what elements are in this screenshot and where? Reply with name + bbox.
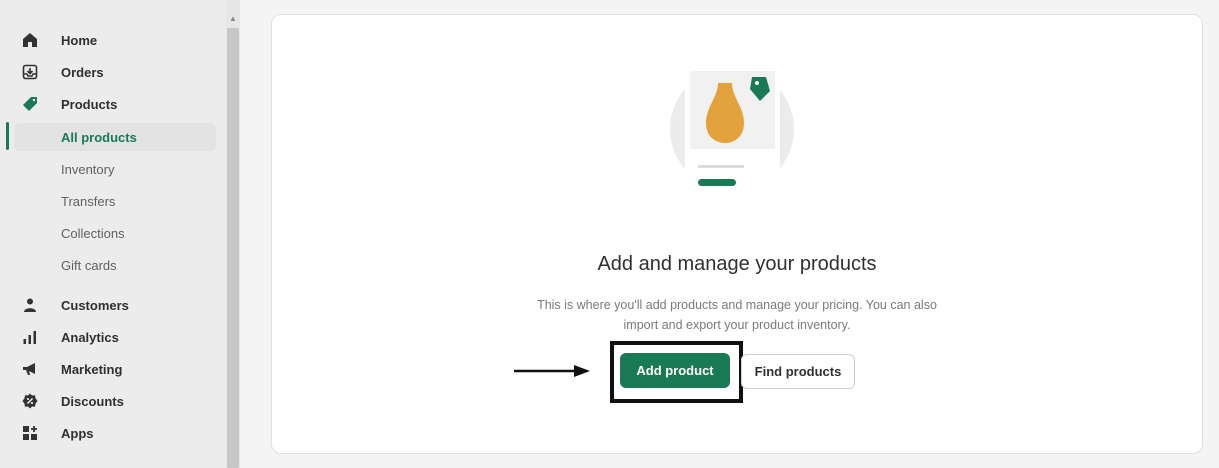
discount-icon <box>20 391 40 411</box>
sidebar-item-discounts[interactable]: Discounts <box>20 387 216 415</box>
sidebar-item-label: Apps <box>61 425 94 441</box>
sidebar-item-products[interactable]: Products <box>20 90 216 118</box>
sidebar-subitem-transfers[interactable]: Transfers <box>14 187 216 215</box>
sidebar-item-home[interactable]: Home <box>20 26 216 54</box>
sidebar-item-label: Products <box>61 96 118 112</box>
add-product-button[interactable]: Add product <box>620 353 730 388</box>
scroll-up-arrow-icon[interactable]: ▲ <box>228 14 238 24</box>
sidebar-subitem-label: Transfers <box>61 193 116 209</box>
sidebar-item-label: Marketing <box>61 361 123 377</box>
active-indicator <box>6 122 9 150</box>
sidebar-subitem-all-products[interactable]: All products <box>14 123 216 151</box>
tag-icon <box>20 94 40 114</box>
home-icon <box>20 30 40 50</box>
sidebar: Home Orders Products All products Invent… <box>0 0 226 468</box>
scrollbar-thumb[interactable] <box>227 28 239 468</box>
person-icon <box>20 295 40 315</box>
sidebar-item-apps[interactable]: Apps <box>20 419 216 447</box>
sidebar-subitem-collections[interactable]: Collections <box>14 219 216 247</box>
sidebar-item-label: Analytics <box>61 329 119 345</box>
sidebar-item-label: Home <box>61 32 98 48</box>
sidebar-subitem-gift-cards[interactable]: Gift cards <box>14 251 216 279</box>
sidebar-item-marketing[interactable]: Marketing <box>20 355 216 383</box>
sidebar-subitem-label: Collections <box>61 225 125 241</box>
find-products-button[interactable]: Find products <box>741 354 855 389</box>
sidebar-subitem-label: All products <box>61 129 137 145</box>
megaphone-icon <box>20 359 40 379</box>
sidebar-subitem-label: Inventory <box>61 161 115 177</box>
sidebar-item-label: Orders <box>61 64 104 80</box>
sidebar-item-analytics[interactable]: Analytics <box>20 323 216 351</box>
product-illustration <box>670 67 794 192</box>
sidebar-item-customers[interactable]: Customers <box>20 291 216 319</box>
sidebar-item-orders[interactable]: Orders <box>20 58 216 86</box>
sidebar-scrollbar[interactable]: ▲ <box>226 0 240 468</box>
sidebar-subitem-inventory[interactable]: Inventory <box>14 155 216 183</box>
pointer-arrow-icon <box>514 365 590 377</box>
orders-icon <box>20 62 40 82</box>
page-description: This is where you'll add products and ma… <box>537 298 937 332</box>
page-title: Add and manage your products <box>597 253 877 275</box>
empty-state-card: Add and manage your products This is whe… <box>271 14 1203 454</box>
sidebar-subitem-label: Gift cards <box>61 257 117 273</box>
sidebar-item-label: Customers <box>61 297 129 313</box>
bar-chart-icon <box>20 327 40 347</box>
apps-icon <box>20 423 40 443</box>
sidebar-item-label: Discounts <box>61 393 124 409</box>
